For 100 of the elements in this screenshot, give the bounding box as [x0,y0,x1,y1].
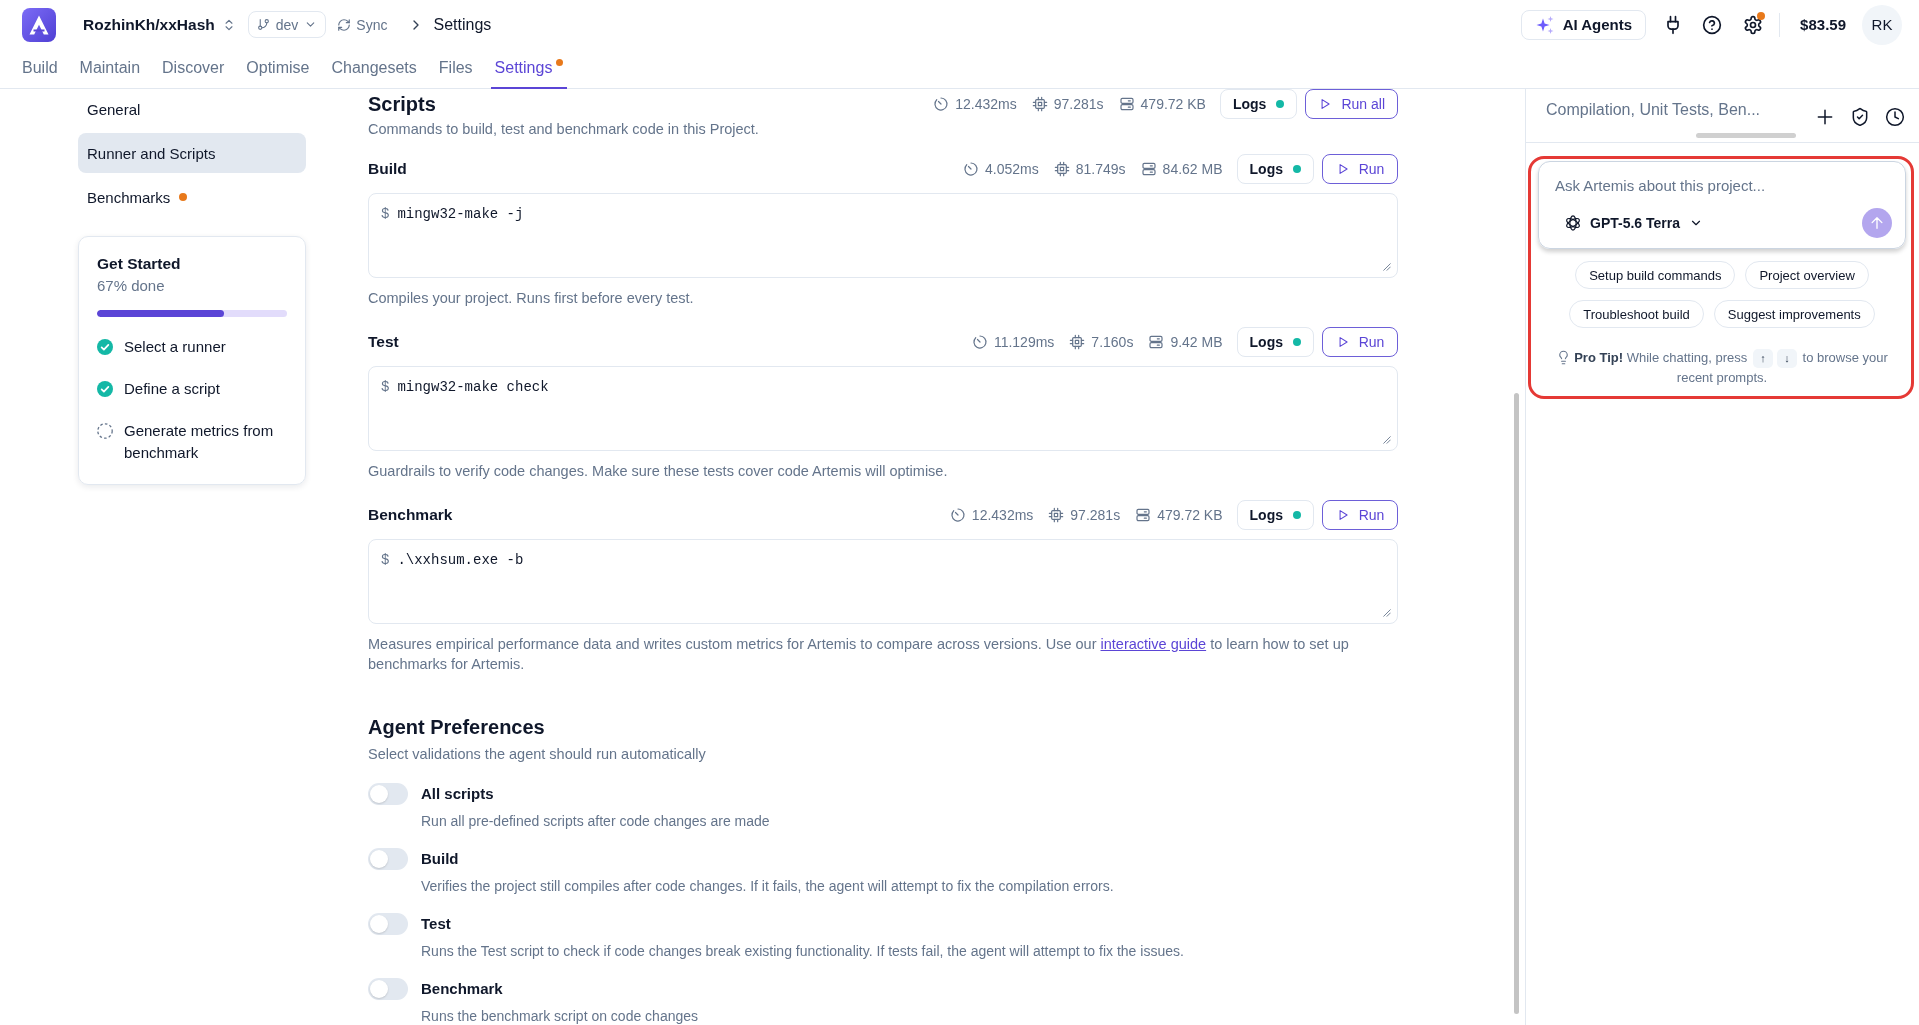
section-title: Agent Preferences [368,715,546,740]
toggle-switch[interactable] [368,848,408,870]
metric-value: 97.281s [1053,96,1104,112]
script-name: Benchmark [368,506,453,524]
metric-value: 97.281s [1070,507,1121,523]
breadcrumb-current: Settings [433,15,492,34]
balance-text: $83.59 [1800,16,1846,33]
nav-tab[interactable]: Files [434,49,477,89]
key-cap: ↓ [1776,349,1797,368]
card-title: Get Started [97,254,182,274]
settings-icon[interactable] [1743,14,1764,35]
command-field[interactable]: $ mingw32-make check [368,366,1398,451]
toggle-switch[interactable] [368,978,408,1000]
chat-tab-title[interactable]: Compilation, Unit Tests, Ben... [1546,89,1761,120]
section-description: Select validations the agent should run automatically [368,745,707,764]
play-icon [1318,97,1333,111]
timer-icon [971,334,988,350]
suggestion-chip[interactable]: Project overview [1745,261,1869,289]
logs-button[interactable]: Logs [1219,89,1298,119]
toggle-switch[interactable] [368,913,408,935]
suggestion-chip[interactable]: Suggest improvements [1713,300,1875,328]
model-selector[interactable]: GPT-5.6 Terra [1590,215,1703,231]
logs-button[interactable]: Logs [1236,154,1314,184]
atom-icon [1564,214,1582,232]
nav-tab[interactable]: Maintain [75,49,145,89]
step-label: Define a script [124,379,220,399]
metric-value: 479.72 KB [1157,507,1223,523]
ai-agents-button[interactable]: AI Agents [1520,9,1647,40]
timer-icon [949,507,966,523]
script-description: Compiles your project. Runs first before every test. [368,289,695,308]
toggle-label: Build [421,849,460,869]
toggle-description: Runs the Test script to check if code changes break existing functionality. If tests fail, the agent will attempt to fix the issues. [421,942,1185,961]
progress-text: 67% done [97,276,166,296]
command-field[interactable]: $ .\xxhsum.exe -b [368,539,1398,624]
sidebar-item[interactable]: Benchmarks [78,177,306,217]
run-button[interactable]: Run [1322,327,1398,357]
server-icon [1118,96,1135,112]
server-icon [1148,334,1165,350]
metric-value: 81.749s [1075,161,1126,177]
run-button[interactable]: Run all [1305,89,1398,119]
guide-link[interactable]: interactive guide [1100,636,1207,652]
toggle-description: Verifies the project still compiles after code changes. If it fails, the agent will attempt to fix the compilation errors. [421,877,1115,896]
script-description: Guardrails to verify code changes. Make sure these tests cover code Artemis will optimise. [368,462,949,481]
toggle-description: Run all pre-defined scripts after code changes are made [421,812,771,831]
arrow-up-icon [1868,214,1886,232]
metric-value: 4.052ms [985,161,1039,177]
step-label: Select a runner [124,337,226,357]
metric-value: 11.129ms [993,334,1055,350]
metric-value: 7.160s [1091,334,1134,350]
logs-button[interactable]: Logs [1236,500,1314,530]
nav-tab[interactable]: Build [18,49,62,89]
project-switcher[interactable]: RozhinKh/xxHash [83,15,236,34]
scrollbar-thumb[interactable] [1514,393,1519,1014]
sidebar-item[interactable]: General [78,89,306,129]
run-button[interactable]: Run [1322,154,1398,184]
toggle-switch[interactable] [368,783,408,805]
timer-icon [933,96,950,112]
toggle-label: All scripts [421,784,495,804]
plus-icon[interactable] [1815,107,1835,127]
section-description: Commands to build, test and benchmark code in this Project. [368,120,760,139]
section-title: Scripts [368,92,436,117]
server-icon [1135,507,1152,523]
run-button[interactable]: Run [1322,500,1398,530]
resize-grip-icon [1383,436,1391,444]
suggestion-chip[interactable]: Setup build commands [1575,261,1736,289]
tip-text: Pro Tip! While chatting, press ↑ ↓ to browse your recent prompts. [1544,348,1900,388]
resize-grip-icon [1383,609,1391,617]
script-name: Build [368,160,407,178]
logs-button[interactable]: Logs [1236,327,1314,357]
metric-value: 12.432ms [955,96,1017,112]
command-field[interactable]: $ mingw32-make -j [368,193,1398,278]
sync-button[interactable]: Sync [337,16,388,33]
cpu-icon [1048,507,1065,523]
step-label: Generate metrics from benchmark [124,421,275,463]
cpu-icon [1053,161,1070,177]
user-avatar[interactable]: RK [1862,4,1902,45]
nav-tab[interactable]: Settings [490,49,568,89]
chat-input[interactable]: Ask Artemis about this project... [1555,176,1892,196]
refresh-icon [337,17,352,32]
nav-tab[interactable]: Discover [158,49,229,89]
metric-value: 9.42 MB [1170,334,1223,350]
suggestion-chip[interactable]: Troubleshoot build [1569,300,1704,328]
metric-value: 84.62 MB [1162,161,1223,177]
toggle-description: Runs the benchmark script on code changes [421,1007,700,1025]
metric-value: 12.432ms [971,507,1034,523]
cpu-icon [1069,334,1086,350]
metric-value: 479.72 KB [1140,96,1206,112]
shield-check-icon[interactable] [1850,107,1870,127]
clock-icon[interactable] [1885,107,1905,127]
toggle-label: Benchmark [421,979,504,999]
branch-selector[interactable]: dev [247,11,327,38]
cpu-icon [1031,96,1048,112]
help-icon[interactable] [1702,14,1723,35]
logo-icon[interactable] [22,7,56,42]
nav-tab[interactable]: Changesets [327,49,421,89]
server-icon [1140,161,1157,177]
nav-tab[interactable]: Optimise [242,49,314,89]
timer-icon [963,161,980,177]
sidebar-item[interactable]: Runner and Scripts [78,133,306,173]
scrollbar-thumb[interactable] [1696,133,1796,138]
